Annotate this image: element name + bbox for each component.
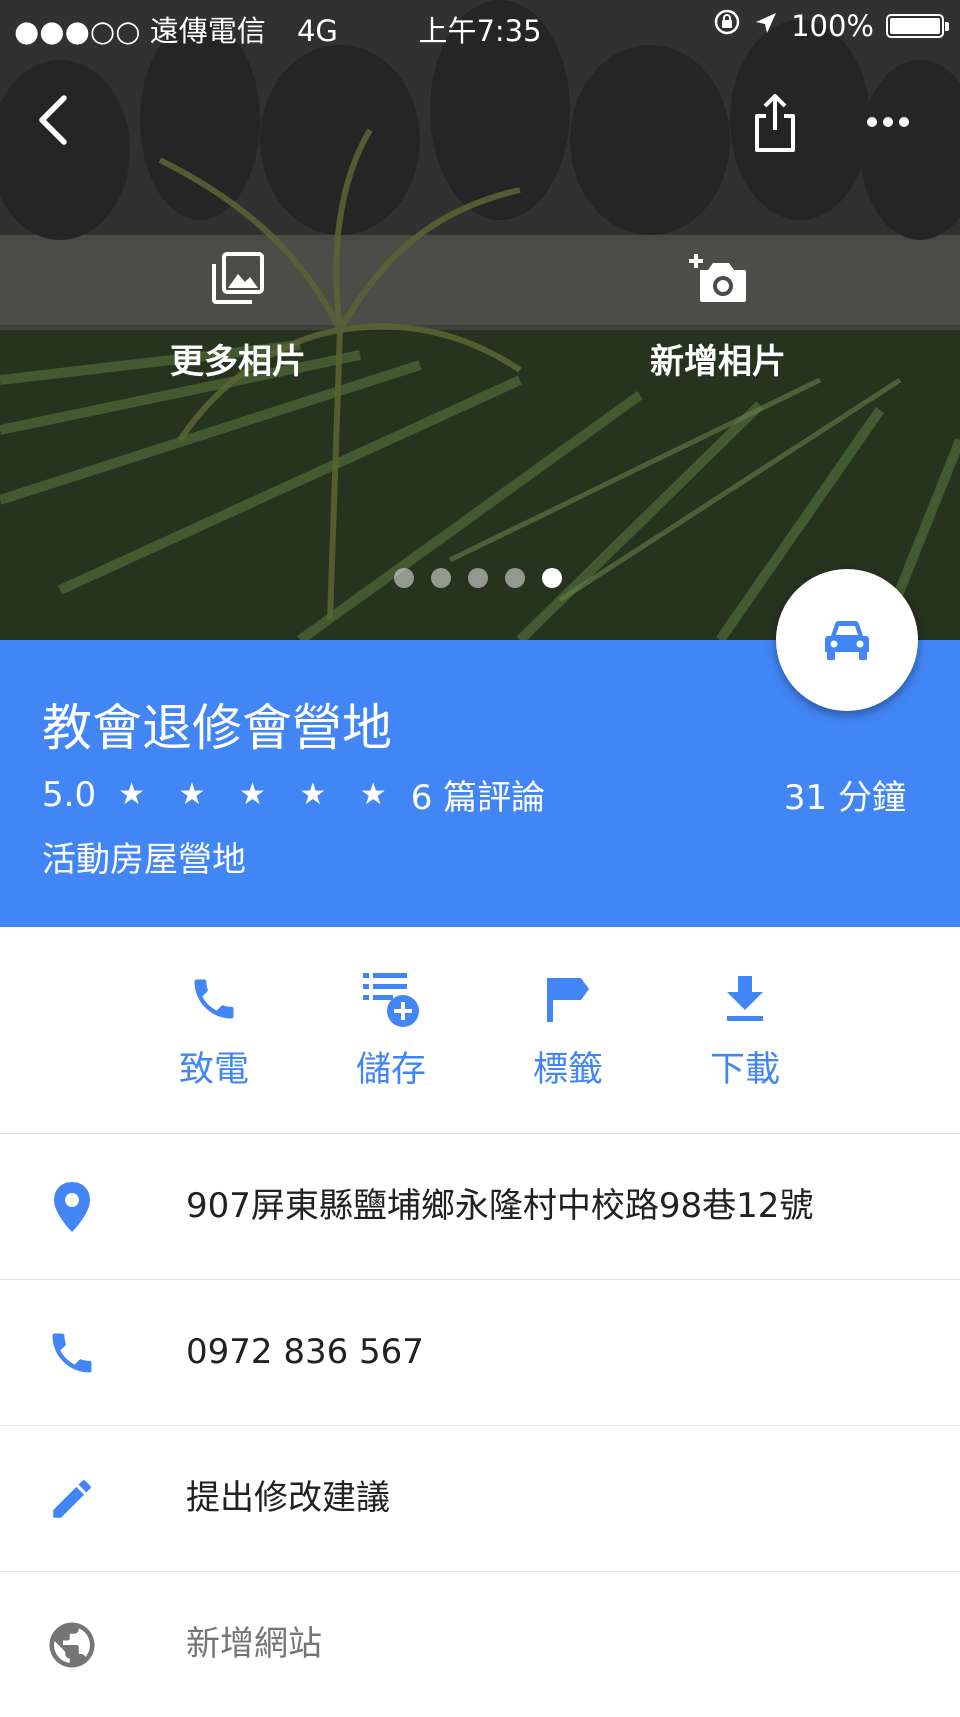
share-icon [755, 94, 795, 152]
star-rating-icon: ★ ★ ★ ★ ★ [118, 777, 399, 812]
car-icon [825, 620, 869, 660]
pager-dot[interactable] [394, 568, 414, 588]
suggest-edit-text: 提出修改建議 [186, 1478, 390, 1518]
directions-button[interactable] [776, 569, 918, 711]
place-title: 教會退修會營地 [42, 699, 392, 757]
rotation-lock-icon [713, 8, 741, 43]
suggest-edit-row[interactable]: 提出修改建議 [0, 1426, 960, 1572]
battery-icon [886, 13, 949, 38]
share-button[interactable] [752, 92, 798, 158]
pager-dot-active[interactable] [542, 568, 562, 588]
pager-dot[interactable] [431, 568, 451, 588]
pager-dot[interactable] [468, 568, 488, 588]
status-bar: ●●●○○ 遠傳電信 4G 上午7:35 100% [0, 0, 960, 50]
globe-icon [49, 1622, 95, 1667]
battery-percent: 100% [791, 8, 874, 43]
more-photos-button[interactable]: 更多相片 [108, 250, 368, 383]
rating-row[interactable]: 5.0 ★ ★ ★ ★ ★ 6 篇評論 [42, 770, 545, 819]
phone-icon [194, 979, 234, 1019]
call-action-button[interactable]: 致電 [144, 965, 284, 1092]
action-bar: 致電 儲存 標籤 下載 [0, 927, 960, 1134]
photo-library-icon [212, 252, 264, 304]
flag-icon [547, 978, 589, 1022]
location-arrow-icon [753, 9, 779, 43]
add-website-text: 新增網站 [186, 1624, 322, 1664]
address-row[interactable]: 907屏東縣鹽埔鄉永隆村中校路98巷12號 [0, 1134, 960, 1280]
add-website-row[interactable]: 新增網站 [0, 1572, 960, 1717]
address-text: 907屏東縣鹽埔鄉永隆村中校路98巷12號 [186, 1186, 814, 1226]
more-photos-label: 更多相片 [170, 342, 306, 382]
call-action-label: 致電 [178, 1050, 249, 1090]
status-right: 100% [713, 8, 949, 43]
phone-row[interactable]: 0972 836 567 [0, 1280, 960, 1426]
phone-number-text: 0972 836 567 [186, 1332, 424, 1372]
place-photo[interactable]: ●●●○○ 遠傳電信 4G 上午7:35 100% 更多相片 新增相片 [0, 0, 960, 640]
download-action-label: 下載 [709, 1050, 780, 1090]
add-photo-camera-icon [689, 254, 746, 302]
more-options-button[interactable] [866, 110, 910, 138]
back-button[interactable] [34, 92, 74, 152]
pager-dot[interactable] [505, 568, 525, 588]
label-action-button[interactable]: 標籤 [498, 965, 638, 1092]
save-action-button[interactable]: 儲存 [321, 965, 461, 1092]
download-action-button[interactable]: 下載 [675, 965, 815, 1092]
download-icon [727, 976, 763, 1021]
save-action-label: 儲存 [355, 1050, 426, 1090]
location-pin-icon [54, 1181, 90, 1232]
chevron-left-icon [39, 95, 67, 145]
more-horizontal-icon [867, 117, 909, 127]
phone-icon [52, 1333, 92, 1372]
rating-value: 5.0 [42, 774, 97, 815]
review-count: 6 篇評論 [410, 778, 546, 818]
travel-time: 31 分鐘 [783, 778, 906, 818]
place-category: 活動房屋營地 [42, 840, 246, 880]
add-photo-label: 新增相片 [650, 342, 786, 382]
pencil-icon [53, 1479, 91, 1518]
add-photo-button[interactable]: 新增相片 [588, 250, 848, 383]
save-list-icon [363, 973, 419, 1027]
label-action-label: 標籤 [532, 1050, 603, 1090]
